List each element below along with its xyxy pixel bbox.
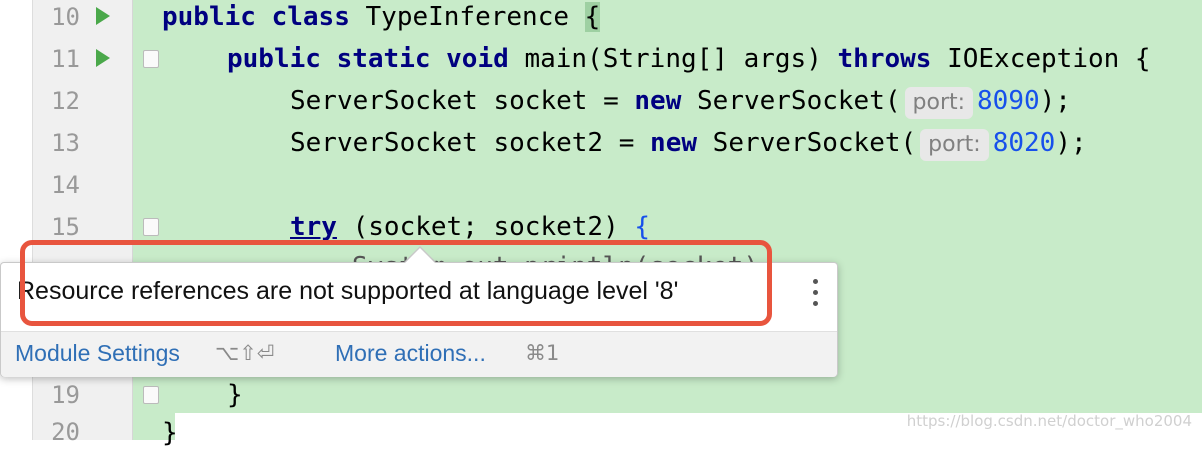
code-text[interactable]: public static void main(String[] args) t… (227, 38, 1151, 80)
watermark: https://blog.csdn.net/doctor_who2004 (906, 412, 1192, 430)
code-line-19[interactable]: 19 } (0, 374, 1202, 416)
code-line-10[interactable]: 10 public class TypeInference { (0, 0, 1202, 38)
code-text[interactable]: ServerSocket socket = new ServerSocket(p… (290, 80, 1071, 122)
fold-icon[interactable] (143, 386, 159, 404)
fold-icon[interactable] (143, 50, 159, 68)
more-actions-link[interactable]: More actions... (335, 340, 486, 367)
param-hint: port: (904, 87, 974, 119)
code-text[interactable]: public class TypeInference { (162, 0, 601, 38)
more-actions-shortcut: ⌘1 (525, 341, 560, 365)
line-number: 13 (51, 129, 80, 157)
line-number: 19 (51, 381, 80, 409)
param-hint: port: (920, 129, 989, 161)
module-settings-link[interactable]: Module Settings (15, 340, 180, 367)
run-icon[interactable] (96, 7, 110, 25)
run-icon[interactable] (96, 49, 110, 67)
module-settings-shortcut: ⌥⇧⏎ (215, 341, 275, 365)
line-number: 14 (51, 171, 80, 199)
code-text[interactable]: } (227, 374, 243, 416)
line-number: 10 (51, 3, 80, 31)
annotation-highlight-box (20, 240, 772, 326)
code-text[interactable]: ServerSocket socket2 = new ServerSocket(… (290, 122, 1087, 164)
line-number: 11 (51, 45, 80, 73)
code-line-14[interactable]: 14 (0, 164, 1202, 206)
line-number: 12 (51, 87, 80, 115)
line-number: 20 (51, 418, 80, 446)
popup-actions: Module Settings ⌥⇧⏎ More actions... ⌘1 (1, 331, 837, 377)
code-line-12[interactable]: 12 ServerSocket socket = new ServerSocke… (0, 80, 1202, 122)
code-line-13[interactable]: 13 ServerSocket socket2 = new ServerSock… (0, 122, 1202, 164)
more-options-icon[interactable] (813, 279, 819, 307)
code-line-11[interactable]: 11 public static void main(String[] args… (0, 38, 1202, 80)
code-text[interactable]: } (162, 412, 178, 454)
fold-icon[interactable] (143, 218, 159, 236)
